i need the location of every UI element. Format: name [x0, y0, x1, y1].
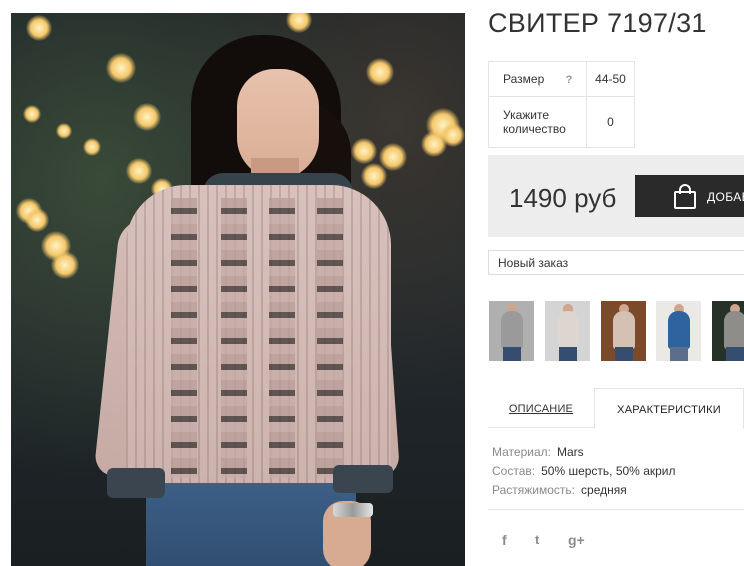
- divider: [488, 509, 744, 510]
- twitter-icon[interactable]: t: [535, 532, 539, 547]
- tab-description[interactable]: ОПИСАНИЕ: [488, 388, 594, 428]
- characteristic-key: Материал:: [492, 445, 551, 459]
- quantity-row: Укажите количество 0: [488, 96, 635, 148]
- characteristic-key: Растяжимость:: [492, 483, 576, 497]
- characteristic-row: Состав: 50% шерсть, 50% акрил: [492, 462, 676, 481]
- thumbnail-1[interactable]: [489, 301, 534, 361]
- characteristics-list: Материал: Mars Состав: 50% шерсть, 50% акр…: [492, 443, 676, 500]
- product-photo[interactable]: [11, 13, 465, 566]
- characteristic-value: средняя: [581, 483, 627, 497]
- product-tabs: ОПИСАНИЕ ХАРАКТЕРИСТИКИ: [488, 388, 744, 429]
- product-title: СВИТЕР 7197/31: [488, 8, 707, 38]
- help-icon[interactable]: ?: [566, 74, 573, 86]
- characteristic-row: Материал: Mars: [492, 443, 676, 462]
- facebook-icon[interactable]: f: [502, 532, 507, 548]
- google-plus-icon[interactable]: g+: [568, 532, 585, 548]
- characteristic-value: Mars: [556, 445, 584, 459]
- add-to-cart-button[interactable]: ДОБАВИТЬ В КОРЗИНУ: [635, 175, 744, 217]
- characteristic-value: 50% шерсть, 50% акрил: [541, 464, 676, 478]
- size-row: Размер ? 44-50: [488, 61, 635, 97]
- tab-characteristics[interactable]: ХАРАКТЕРИСТИКИ: [594, 388, 744, 429]
- characteristic-key: Состав:: [492, 464, 536, 478]
- quantity-input[interactable]: 0: [586, 96, 635, 148]
- characteristic-row: Растяжимость: средняя: [492, 481, 676, 500]
- add-to-cart-label: ДОБАВИТЬ В КОРЗИНУ: [707, 190, 744, 204]
- shopping-bag-icon: [674, 184, 696, 209]
- buy-panel: 1490 руб ДОБАВИТЬ В КОРЗИНУ: [488, 155, 744, 237]
- thumbnail-4[interactable]: [656, 301, 701, 361]
- quantity-label: Укажите количество: [488, 96, 587, 148]
- price: 1490 руб: [509, 183, 617, 213]
- order-select[interactable]: Новый заказ: [488, 250, 744, 275]
- thumbnail-2[interactable]: [545, 301, 590, 361]
- product-properties-table: Размер ? 44-50 Укажите количество 0: [488, 61, 635, 148]
- thumbnail-3[interactable]: [601, 301, 646, 361]
- thumbnail-5[interactable]: [712, 301, 744, 361]
- size-select[interactable]: 44-50: [586, 61, 635, 97]
- size-label-cell: Размер ?: [488, 61, 587, 97]
- size-label: Размер: [503, 72, 545, 86]
